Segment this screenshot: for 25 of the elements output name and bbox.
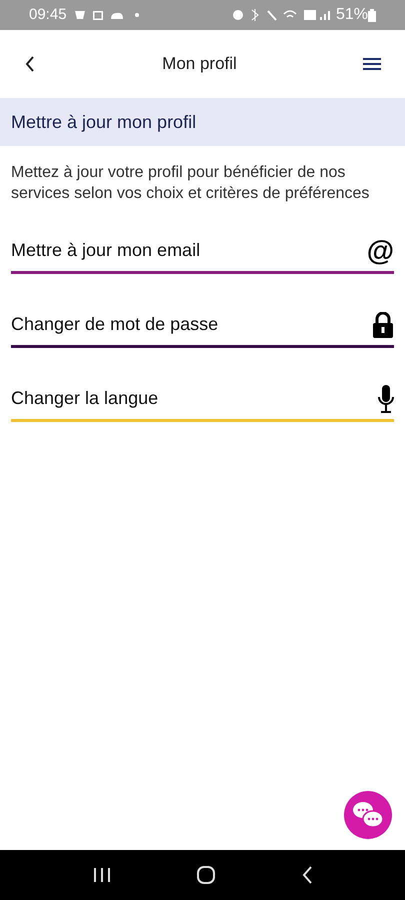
back-nav-icon[interactable] <box>300 866 312 884</box>
option-label: Mettre à jour mon email <box>11 239 200 262</box>
dot-icon <box>134 13 139 17</box>
status-indicators-icon <box>232 8 332 22</box>
padlock-icon <box>372 312 394 338</box>
battery-icon <box>368 8 376 22</box>
menu-icon[interactable] <box>362 58 381 70</box>
option-label: Changer la langue <box>11 387 158 410</box>
chat-bubbles-icon <box>352 801 384 829</box>
page-title: Mon profil <box>162 53 237 76</box>
option-label: Changer de mot de passe <box>11 313 218 336</box>
option-row[interactable]: Mettre à jour mon email @ <box>11 230 394 274</box>
image-icon <box>92 10 103 20</box>
home-icon[interactable] <box>196 865 216 885</box>
chat-button[interactable] <box>344 791 392 839</box>
back-icon[interactable] <box>24 55 36 73</box>
section-description: Mettez à jour votre profil pour bénéficier de nos services selon vos choix et critères de préférences <box>10 163 370 204</box>
battery-percent: 51% <box>336 5 368 25</box>
recent-apps-icon[interactable] <box>92 867 110 883</box>
option-row[interactable]: Changer la langue <box>11 378 394 422</box>
microphone-icon <box>378 384 394 412</box>
status-time: 09:45 <box>29 4 67 25</box>
section-title: Mettre à jour mon profil <box>11 110 196 134</box>
option-row[interactable]: Changer de mot de passe <box>11 304 394 348</box>
at-sign-icon: @ <box>366 236 394 264</box>
